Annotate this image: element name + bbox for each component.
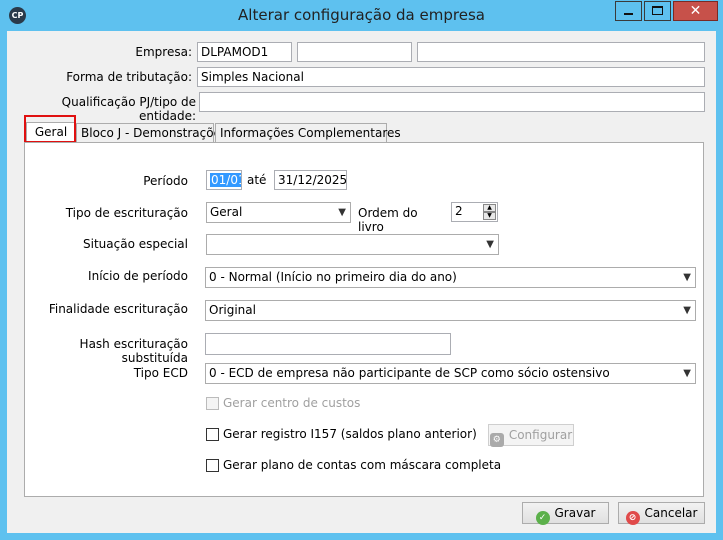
centro-custos-label: Gerar centro de custos (223, 396, 361, 410)
finalidade-label: Finalidade escrituração (48, 302, 188, 316)
tab-informacoes-complementares[interactable]: Informações Complementares (215, 123, 401, 142)
tab-bloco-j[interactable]: Bloco J - Demonstrações (76, 123, 227, 142)
periodo-start-value: 01/01 (210, 173, 241, 187)
dialog-body: Empresa: DLPAMOD1 Forma de tributação: S… (7, 31, 716, 533)
situacao-especial-select[interactable]: ▼ (206, 234, 499, 255)
cancel-icon: ⊘ (625, 511, 640, 525)
empresa-field-2[interactable] (297, 42, 412, 62)
tipo-escrituracao-select[interactable]: Geral ▼ (206, 202, 351, 223)
situacao-especial-label: Situação especial (83, 237, 188, 251)
periodo-end-field[interactable]: 31/12/2025 (274, 170, 347, 190)
close-icon: ✕ (689, 3, 702, 19)
centro-custos-checkbox[interactable] (206, 397, 219, 410)
gravar-button-label: Gravar (554, 506, 596, 520)
close-button[interactable]: ✕ (673, 1, 718, 21)
maximize-button[interactable] (644, 1, 671, 21)
chevron-down-icon: ▼ (683, 305, 691, 316)
tab-panel-geral: Período 01/01 até 31/12/2025 Tipo de esc… (24, 142, 704, 497)
title-bar[interactable]: CP Alterar configuração da empresa ✕ (0, 0, 723, 31)
mascara-completa-label: Gerar plano de contas com máscara comple… (223, 458, 502, 472)
empresa-name-field[interactable] (417, 42, 705, 62)
stepper-down-icon[interactable]: ▼ (483, 212, 496, 220)
ordem-livro-stepper[interactable]: 2 ▲ ▼ (451, 202, 498, 222)
periodo-start-field[interactable]: 01/01 (206, 170, 242, 190)
chevron-down-icon: ▼ (338, 207, 346, 218)
finalidade-select[interactable]: Original ▼ (205, 300, 696, 321)
finalidade-value: Original (209, 303, 256, 317)
registro-i157-checkbox[interactable] (206, 428, 219, 441)
minimize-button[interactable] (615, 1, 642, 21)
ate-label: até (247, 173, 267, 187)
hash-label: Hash escrituração substituída (79, 337, 188, 365)
registro-i157-label: Gerar registro I157 (saldos plano anteri… (223, 427, 477, 441)
cancelar-button-label: Cancelar (644, 506, 698, 520)
tipo-ecd-value: 0 - ECD de empresa não participante de S… (209, 366, 610, 380)
tipo-escrituracao-label: Tipo de escrituração (65, 206, 188, 220)
mascara-completa-checkbox[interactable] (206, 459, 219, 472)
tributacao-field[interactable]: Simples Nacional (197, 67, 705, 87)
qualificacao-field[interactable] (199, 92, 705, 112)
empresa-label: Empresa: (135, 45, 192, 59)
inicio-periodo-label: Início de período (88, 269, 188, 283)
ordem-livro-label: Ordem do livro (358, 206, 418, 234)
tab-highlight-annotation (24, 115, 76, 143)
tributacao-label: Forma de tributação: (66, 70, 192, 84)
configurar-button[interactable]: ⚙ Configurar (488, 424, 574, 447)
dialog-window: CP Alterar configuração da empresa ✕ Emp… (0, 0, 723, 540)
hash-field[interactable] (205, 333, 451, 355)
empresa-code-field[interactable]: DLPAMOD1 (197, 42, 292, 62)
tipo-ecd-label: Tipo ECD (133, 366, 188, 380)
stepper-up-icon[interactable]: ▲ (483, 204, 496, 212)
inicio-periodo-value: 0 - Normal (Início no primeiro dia do an… (209, 270, 457, 284)
configurar-button-label: Configurar (508, 428, 573, 442)
tipo-escrituracao-value: Geral (210, 205, 243, 219)
chevron-down-icon: ▼ (486, 239, 494, 250)
tipo-ecd-select[interactable]: 0 - ECD de empresa não participante de S… (205, 363, 696, 384)
chevron-down-icon: ▼ (683, 272, 691, 283)
gravar-button[interactable]: ✓ Gravar (522, 502, 609, 525)
chevron-down-icon: ▼ (683, 368, 691, 379)
check-icon: ✓ (535, 511, 550, 525)
inicio-periodo-select[interactable]: 0 - Normal (Início no primeiro dia do an… (205, 267, 696, 288)
cancelar-button[interactable]: ⊘ Cancelar (618, 502, 705, 525)
ordem-livro-value: 2 (455, 204, 463, 218)
gear-icon: ⚙ (489, 433, 504, 447)
periodo-label: Período (143, 174, 188, 188)
